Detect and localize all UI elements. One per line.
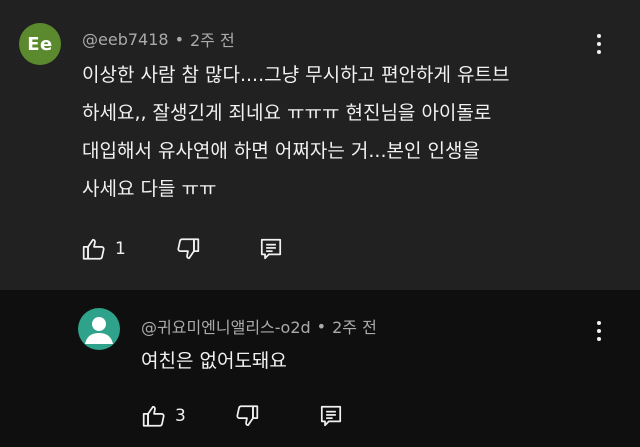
author-name[interactable]: @귀요미엔니앨리스-o2d — [141, 314, 311, 338]
comment-line: 하세요,, 잘생긴게 죄네요 ㅠㅠㅠ 현진님을 아이돌로 — [82, 102, 492, 124]
thumbs-down-icon — [175, 236, 201, 262]
thumbs-up-icon — [141, 403, 167, 429]
timestamp[interactable]: 2주 전 — [332, 314, 377, 338]
dislike-button[interactable] — [175, 236, 201, 262]
like-count: 3 — [175, 406, 186, 426]
comment-text: 이상한 사람 참 많다....그냥 무시하고 편안하게 유트브 하세요,, 잘생… — [82, 56, 509, 208]
comment-meta: @eeb7418 • 2주 전 — [82, 27, 235, 51]
comment-item: Ee @eeb7418 • 2주 전 이상한 사람 참 많다....그냥 무시하… — [0, 0, 640, 290]
reply-comment-item: @귀요미엔니앨리스-o2d • 2주 전 여친은 없어도돼요 3 — [0, 290, 640, 447]
like-button[interactable]: 1 — [81, 236, 126, 262]
reply-button[interactable] — [318, 403, 344, 429]
reply-icon — [318, 403, 344, 429]
like-button[interactable]: 3 — [141, 403, 186, 429]
thumbs-up-icon — [81, 236, 107, 262]
comment-line: 여친은 없어도돼요 — [141, 350, 287, 372]
avatar-initials: Ee — [27, 33, 53, 55]
comment-text: 여친은 없어도돼요 — [141, 342, 287, 380]
meta-separator: • — [316, 316, 327, 336]
comment-line: 대입해서 유사연애 하면 어쩌자는 거...본인 인생을 — [82, 140, 480, 162]
comment-line: 사세요 다들 ㅠㅠ — [82, 178, 217, 200]
reply-button[interactable] — [258, 236, 284, 262]
avatar[interactable] — [78, 308, 120, 350]
comment-meta: @귀요미엔니앨리스-o2d • 2주 전 — [141, 314, 377, 338]
timestamp[interactable]: 2주 전 — [190, 27, 235, 51]
thumbs-down-icon — [234, 403, 260, 429]
reply-icon — [258, 236, 284, 262]
avatar[interactable]: Ee — [19, 23, 61, 65]
comment-line: 이상한 사람 참 많다....그냥 무시하고 편안하게 유트브 — [82, 64, 510, 86]
dislike-button[interactable] — [234, 403, 260, 429]
author-name[interactable]: @eeb7418 — [82, 30, 169, 49]
default-user-icon — [85, 317, 113, 344]
like-count: 1 — [115, 239, 126, 259]
more-vert-icon[interactable] — [589, 32, 609, 56]
meta-separator: • — [174, 29, 184, 49]
more-vert-icon[interactable] — [589, 319, 609, 343]
